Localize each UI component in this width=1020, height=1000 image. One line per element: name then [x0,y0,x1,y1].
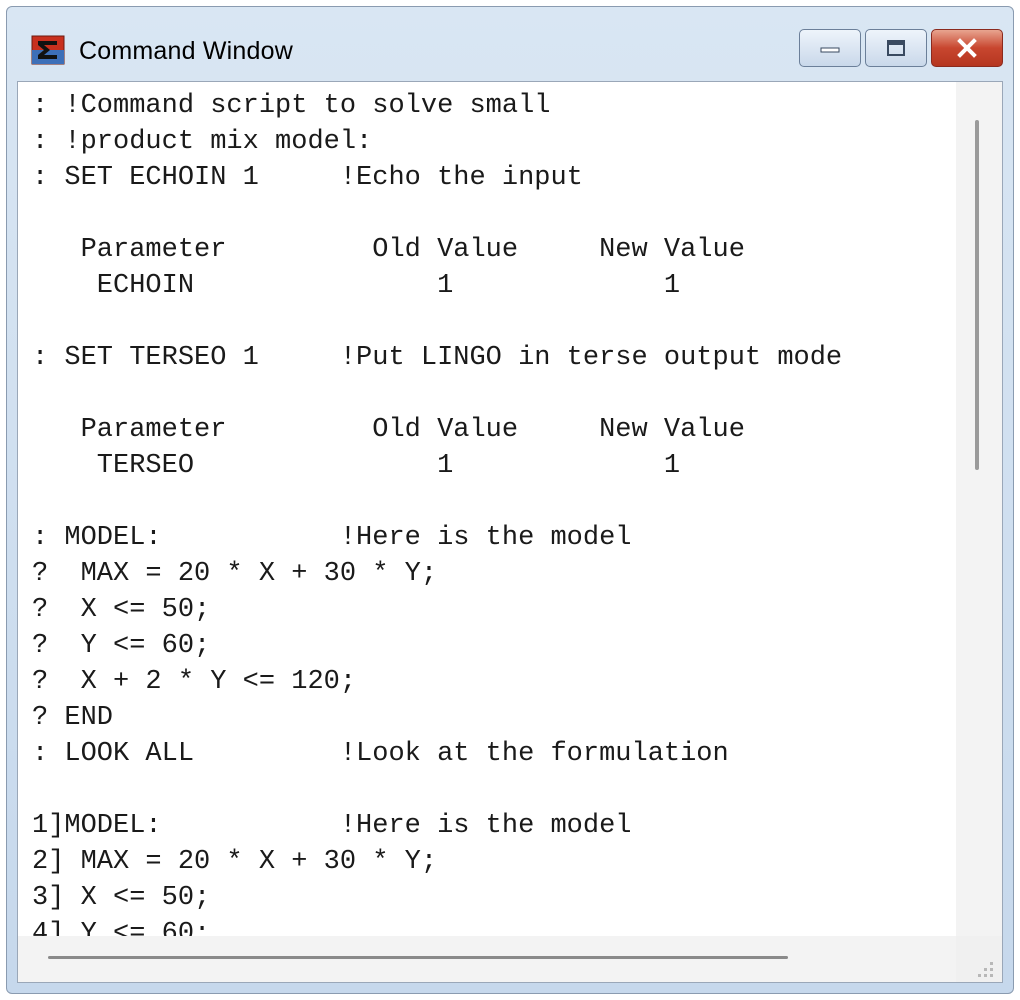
window-title: Command Window [79,37,293,65]
console-line: Parameter Old Value New Value [32,415,745,445]
console-line: ? X <= 50; [32,595,211,625]
console-line: TERSEO 1 1 [32,451,681,481]
console-line: ECHOIN 1 1 [32,271,681,301]
console-line: 4] Y <= 60; [32,919,211,936]
lingo-app-icon [31,35,65,65]
close-icon [957,38,977,58]
console-line: : SET ECHOIN 1 !Echo the input [32,163,583,193]
console-line: : MODEL: !Here is the model [32,523,632,553]
console-line: ? END [32,703,114,733]
console-line: : !Command script to solve small [32,91,551,121]
horizontal-scroll-thumb[interactable] [48,956,788,959]
console-pane[interactable]: : !Command script to solve small : !produ… [17,81,1003,983]
minimize-button[interactable] [799,29,861,67]
close-button[interactable] [931,29,1003,67]
console-line: 2] MAX = 20 * X + 30 * Y; [32,847,438,877]
resize-grip[interactable] [956,936,1002,982]
horizontal-scrollbar[interactable] [18,936,956,982]
minimize-icon [820,47,840,53]
command-window: Command Window : !Command script to solv… [6,6,1014,994]
maximize-button[interactable] [865,29,927,67]
console-output[interactable]: : !Command script to solve small : !produ… [32,88,942,936]
console-line: : SET TERSEO 1 !Put LINGO in terse outpu… [32,343,843,373]
console-line: ? MAX = 20 * X + 30 * Y; [32,559,438,589]
console-line: 1]MODEL: !Here is the model [32,811,632,841]
window-controls [799,29,1003,69]
vertical-scroll-thumb[interactable] [975,120,979,470]
console-line: : LOOK ALL !Look at the formulation [32,739,729,769]
console-line: : !product mix model: [32,127,373,157]
title-bar[interactable]: Command Window [7,7,1013,79]
console-line: ? Y <= 60; [32,631,211,661]
maximize-icon [887,40,905,56]
resize-grip-icon [978,962,993,977]
console-line: Parameter Old Value New Value [32,235,745,265]
vertical-scrollbar[interactable] [956,82,1002,936]
console-line: ? X + 2 * Y <= 120; [32,667,357,697]
console-line: 3] X <= 50; [32,883,211,913]
